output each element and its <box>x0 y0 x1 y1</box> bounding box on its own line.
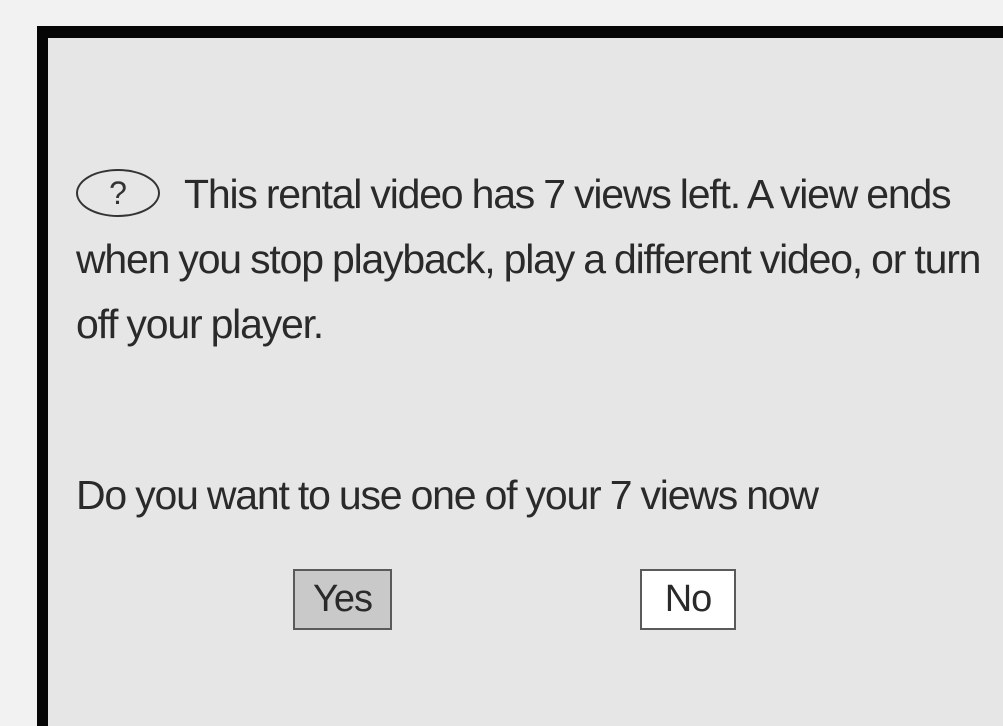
confirm-question: Do you want to use one of your 7 views n… <box>76 472 819 518</box>
yes-button[interactable]: Yes <box>293 569 392 630</box>
question-circle-icon: ? <box>76 169 160 217</box>
no-button[interactable]: No <box>640 569 736 630</box>
rental-message: ? This rental video has 7 views left. A v… <box>76 162 1003 357</box>
rental-views-dialog: ? This rental video has 7 views left. A v… <box>37 26 1003 726</box>
rental-message-text: This rental video has 7 views left. A vi… <box>76 171 981 347</box>
